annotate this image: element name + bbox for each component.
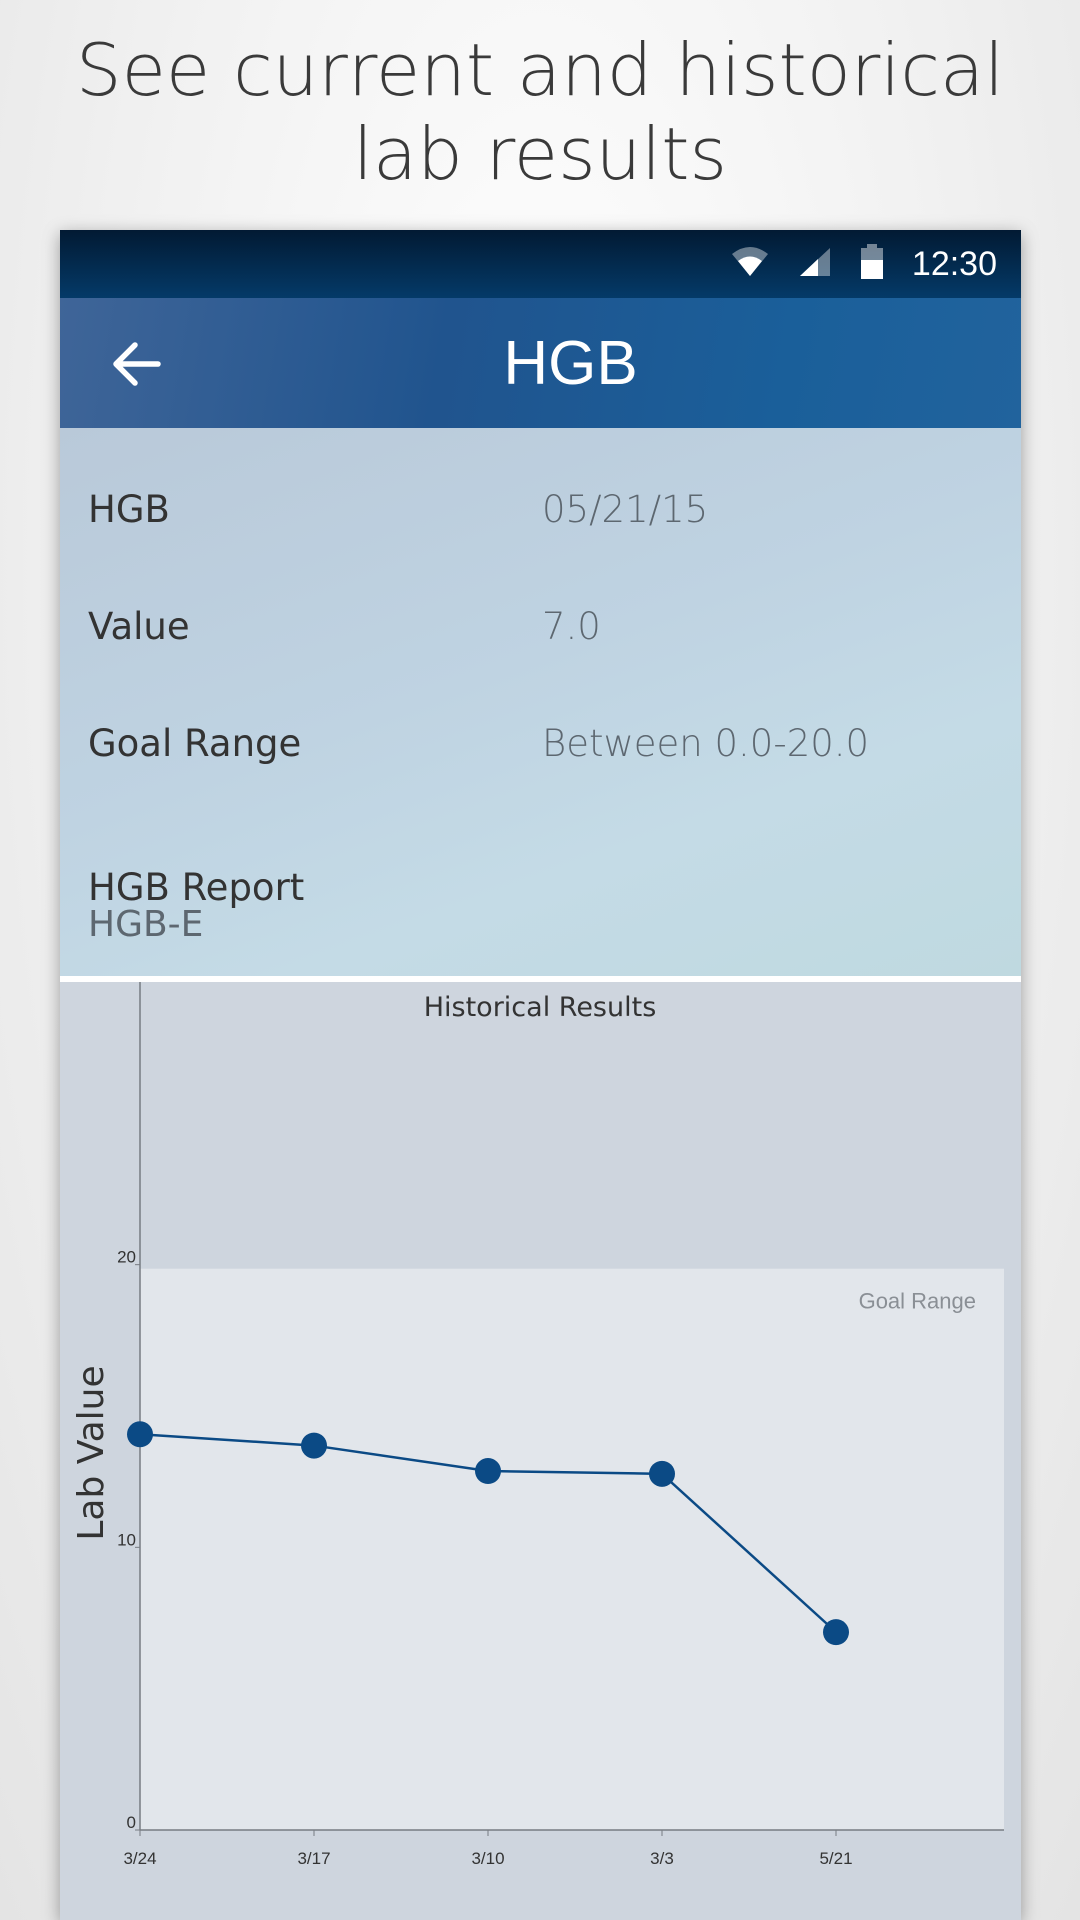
report-label: HGB Report [88,866,305,909]
detail-value: 05/21/15 [542,488,709,531]
detail-row-goal-range: Goal Range Between 0.0-20.0 [88,722,988,782]
data-point[interactable] [127,1421,153,1448]
battery-icon [860,243,884,285]
x-tick-label: 3/24 [123,1849,156,1868]
y-axis-label: Lab Value [71,1365,112,1540]
data-point[interactable] [301,1432,327,1459]
detail-row-value: Value 7.0 [88,605,988,665]
headline-line-1: See current and historical [75,28,1005,112]
historical-results-chart: Goal Range 0 10 20 3/24 3/17 3/10 3/3 5/21 His… [60,982,1021,1920]
lab-details: HGB 05/21/15 Value 7.0 Goal Range Betwee… [60,428,1021,976]
phone-screen: 12:30 HGB HGB 05/21/15 Value 7.0 Goal Ra… [60,230,1021,1920]
y-tick-label: 10 [117,1530,136,1549]
cell-signal-icon [798,246,832,283]
headline-line-2: lab results [353,112,727,196]
x-tick-label: 3/3 [650,1849,674,1868]
detail-value: Between 0.0-20.0 [542,722,870,765]
detail-row-test: HGB 05/21/15 [88,488,988,548]
status-time: 12:30 [911,244,997,283]
y-tick-label: 0 [127,1813,136,1832]
x-ticks: 3/24 3/17 3/10 3/3 5/21 [123,1830,853,1868]
chart-canvas: Goal Range 0 10 20 3/24 3/17 3/10 3/3 5/21 His… [71,982,1004,1868]
x-tick-label: 3/17 [297,1849,330,1868]
app-bar: HGB [60,298,1021,428]
data-point[interactable] [649,1460,675,1487]
y-ticks: 0 10 20 [117,1248,140,1832]
headline: See current and historical lab results [0,28,1080,196]
detail-label: Goal Range [88,722,302,765]
status-bar: 12:30 [60,230,1021,298]
detail-label: HGB [88,488,170,531]
report-value: HGB-E [88,904,204,945]
goal-range-label: Goal Range [859,1289,976,1314]
x-tick-label: 3/10 [471,1849,504,1868]
data-point[interactable] [475,1458,501,1485]
x-tick-label: 5/21 [819,1849,852,1868]
y-tick-label: 20 [117,1248,136,1267]
goal-range-band [140,1268,1004,1830]
back-button[interactable] [104,334,168,394]
detail-value: 7.0 [542,605,601,648]
data-point[interactable] [823,1619,849,1646]
arrow-left-icon [113,342,161,386]
chart-title: Historical Results [424,992,657,1023]
page-title: HGB [503,328,638,398]
wifi-icon [730,246,770,283]
detail-label: Value [88,605,190,648]
report-row: HGB Report [88,866,988,926]
